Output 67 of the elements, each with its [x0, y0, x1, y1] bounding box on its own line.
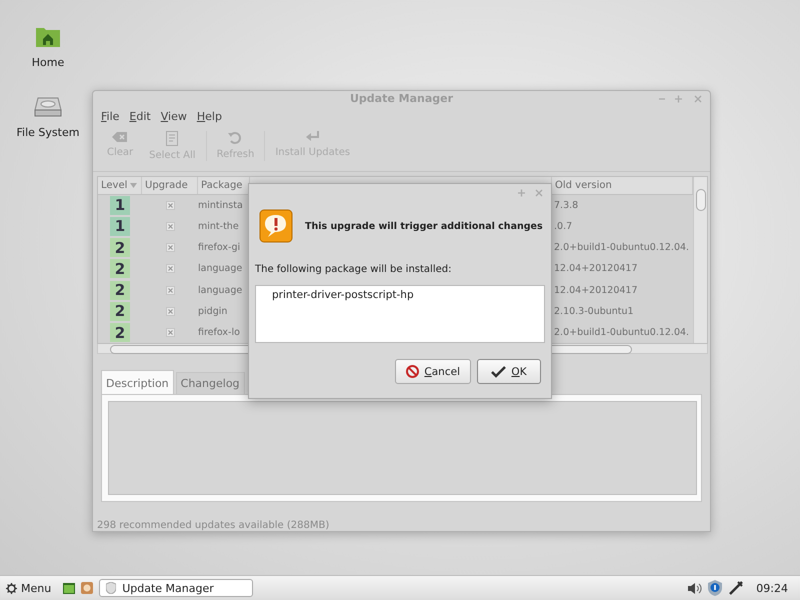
hard-drive-icon: [34, 96, 62, 118]
dialog-heading: This upgrade will trigger additional changes: [305, 220, 543, 232]
table-cell-text: pidgin: [198, 306, 228, 317]
column-header[interactable]: Level: [98, 177, 142, 194]
return-arrow-icon: [306, 131, 320, 144]
table-cell-text: language: [198, 284, 244, 296]
checkbox[interactable]: [166, 328, 175, 338]
checkbox[interactable]: [166, 222, 175, 231]
level-badge: 2: [110, 280, 130, 300]
menu-item[interactable]: File: [101, 110, 120, 123]
level-badge: 2: [110, 259, 130, 278]
window-controls-icon[interactable]: [517, 188, 545, 198]
table-cell-text: .0.7: [553, 220, 574, 232]
desktop-icon-label[interactable]: Home: [32, 56, 64, 69]
table-cell-text: firefox-lo: [198, 327, 241, 338]
table-cell-text: 2.10.3-0ubuntu1: [553, 306, 635, 317]
level-badge: 2: [110, 238, 130, 258]
checkmark-icon: [491, 366, 506, 378]
scrollbar-thumb[interactable]: [696, 189, 706, 212]
checkbox[interactable]: [166, 286, 175, 295]
speaker-icon[interactable]: [688, 582, 702, 594]
table-cell-text: mint-the: [198, 220, 240, 232]
menu-item[interactable]: View: [160, 110, 187, 123]
level-badge: 1: [110, 196, 130, 215]
window-title: Update Manager: [350, 92, 454, 106]
checkbox[interactable]: [166, 200, 175, 210]
level-badge: 2: [110, 323, 130, 342]
table-cell-text: 7.3.8: [553, 200, 580, 211]
alert-speech-icon: [259, 209, 293, 243]
column-header[interactable]: Upgrade: [142, 177, 198, 194]
table-cell-text: mintinsta: [198, 200, 244, 211]
table-cell-text: 12.04+20120417: [553, 263, 639, 274]
cancel-icon: [406, 365, 420, 378]
shield-icon[interactable]: [708, 580, 722, 596]
checkbox[interactable]: [166, 264, 175, 274]
document-icon: [166, 131, 178, 146]
menu-item[interactable]: Help: [196, 110, 222, 123]
ok-button[interactable]: OK: [477, 359, 541, 384]
desktop-icon-label[interactable]: File System: [16, 126, 80, 139]
refresh-icon: [228, 131, 242, 146]
shield-icon: [106, 582, 116, 594]
menu-button[interactable]: Menu: [4, 582, 58, 594]
taskbar-window-button[interactable]: Update Manager: [99, 579, 254, 597]
clear-icon: [112, 131, 128, 144]
app-launcher-icon[interactable]: [81, 582, 94, 594]
table-cell-text: 2.0+build1-0ubuntu0.12.04.: [553, 327, 690, 338]
status-text: 298 recommended updates available (288MB): [97, 520, 330, 531]
window-controls-icon[interactable]: [658, 94, 704, 104]
cancel-button[interactable]: Cancel: [395, 359, 471, 384]
table-cell-text: 12.04+20120417: [553, 284, 639, 296]
level-badge: 1: [110, 216, 130, 236]
table-cell-text: language: [198, 263, 244, 274]
gear-icon: [6, 582, 17, 594]
checkbox[interactable]: [166, 243, 175, 252]
checkbox[interactable]: [166, 306, 175, 316]
clock[interactable]: 09:24: [756, 582, 788, 594]
package-name: printer-driver-postscript-hp: [272, 289, 415, 301]
sort-down-icon: [130, 182, 138, 188]
tab[interactable]: Description: [101, 370, 174, 394]
dialog-message: The following package will be installed:: [255, 264, 452, 275]
menu-item[interactable]: Edit: [129, 110, 151, 123]
table-cell-text: firefox-gi: [198, 242, 242, 254]
table-cell-text: 2.0+build1-0ubuntu0.12.04.: [553, 242, 690, 254]
network-plug-icon[interactable]: [728, 580, 744, 596]
level-badge: 2: [110, 302, 130, 321]
terminal-launcher-icon[interactable]: [63, 582, 76, 594]
home-folder-icon: [35, 26, 61, 48]
